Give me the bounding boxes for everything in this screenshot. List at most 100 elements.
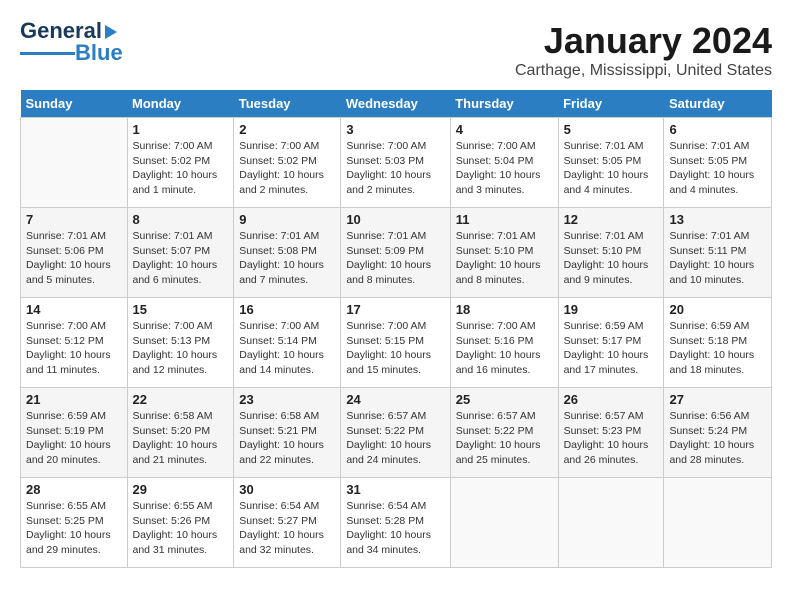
day-info: Sunrise: 6:59 AM Sunset: 5:19 PM Dayligh… xyxy=(26,409,122,468)
day-number: 21 xyxy=(26,392,122,407)
calendar-cell: 6Sunrise: 7:01 AM Sunset: 5:05 PM Daylig… xyxy=(664,118,772,208)
day-number: 8 xyxy=(133,212,229,227)
day-info: Sunrise: 6:57 AM Sunset: 5:22 PM Dayligh… xyxy=(456,409,553,468)
calendar-cell: 1Sunrise: 7:00 AM Sunset: 5:02 PM Daylig… xyxy=(127,118,234,208)
day-info: Sunrise: 6:59 AM Sunset: 5:18 PM Dayligh… xyxy=(669,319,766,378)
day-number: 27 xyxy=(669,392,766,407)
day-number: 31 xyxy=(346,482,444,497)
day-info: Sunrise: 7:01 AM Sunset: 5:05 PM Dayligh… xyxy=(669,139,766,198)
calendar-cell xyxy=(558,478,664,568)
day-number: 15 xyxy=(133,302,229,317)
calendar-week-5: 28 Sunrise: 6:55 AM Sunset: 5:25 PM Dayli… xyxy=(21,478,772,568)
day-info: Sunrise: 7:00 AM Sunset: 5:04 PM Dayligh… xyxy=(456,139,553,198)
calendar-cell: 15 Sunrise: 7:00 AM Sunset: 5:13 PM Dayli… xyxy=(127,298,234,388)
calendar-cell: 7Sunrise: 7:01 AM Sunset: 5:06 PM Daylig… xyxy=(21,208,128,298)
day-info: Sunrise: 7:01 AM Sunset: 5:08 PM Dayligh… xyxy=(239,229,335,288)
day-info: Sunrise: 7:01 AM Sunset: 5:11 PM Dayligh… xyxy=(669,229,766,288)
day-number: 23 xyxy=(239,392,335,407)
calendar-cell: 25 Sunrise: 6:57 AM Sunset: 5:22 PM Dayli… xyxy=(450,388,558,478)
title-section: January 2024 Carthage, Mississippi, Unit… xyxy=(515,20,772,80)
calendar-cell xyxy=(21,118,128,208)
day-number: 28 xyxy=(26,482,122,497)
day-number: 30 xyxy=(239,482,335,497)
calendar-cell: 19 Sunrise: 6:59 AM Sunset: 5:17 PM Dayli… xyxy=(558,298,664,388)
day-info: Sunrise: 7:00 AM Sunset: 5:16 PM Dayligh… xyxy=(456,319,553,378)
day-number: 25 xyxy=(456,392,553,407)
calendar-cell: 26 Sunrise: 6:57 AM Sunset: 5:23 PM Dayli… xyxy=(558,388,664,478)
day-info: Sunrise: 6:54 AM Sunset: 5:27 PM Dayligh… xyxy=(239,499,335,558)
day-info: Sunrise: 7:00 AM Sunset: 5:12 PM Dayligh… xyxy=(26,319,122,378)
calendar-cell: 16 Sunrise: 7:00 AM Sunset: 5:14 PM Dayli… xyxy=(234,298,341,388)
weekday-header-wednesday: Wednesday xyxy=(341,90,450,118)
day-number: 7 xyxy=(26,212,122,227)
day-info: Sunrise: 7:00 AM Sunset: 5:03 PM Dayligh… xyxy=(346,139,444,198)
calendar-cell: 29Sunrise: 6:55 AM Sunset: 5:26 PM Dayli… xyxy=(127,478,234,568)
calendar-cell: 14 Sunrise: 7:00 AM Sunset: 5:12 PM Dayli… xyxy=(21,298,128,388)
day-number: 17 xyxy=(346,302,444,317)
day-info: Sunrise: 7:00 AM Sunset: 5:02 PM Dayligh… xyxy=(239,139,335,198)
calendar-cell: 21 Sunrise: 6:59 AM Sunset: 5:19 PM Dayli… xyxy=(21,388,128,478)
day-info: Sunrise: 6:57 AM Sunset: 5:23 PM Dayligh… xyxy=(564,409,659,468)
calendar-cell: 9 Sunrise: 7:01 AM Sunset: 5:08 PM Daylig… xyxy=(234,208,341,298)
calendar-week-2: 7Sunrise: 7:01 AM Sunset: 5:06 PM Daylig… xyxy=(21,208,772,298)
day-number: 4 xyxy=(456,122,553,137)
calendar-table: SundayMondayTuesdayWednesdayThursdayFrid… xyxy=(20,90,772,568)
weekday-header-saturday: Saturday xyxy=(664,90,772,118)
day-number: 14 xyxy=(26,302,122,317)
day-number: 3 xyxy=(346,122,444,137)
calendar-cell: 24 Sunrise: 6:57 AM Sunset: 5:22 PM Dayli… xyxy=(341,388,450,478)
logo: General Blue xyxy=(20,20,123,66)
weekday-header-friday: Friday xyxy=(558,90,664,118)
day-number: 26 xyxy=(564,392,659,407)
weekday-header-row: SundayMondayTuesdayWednesdayThursdayFrid… xyxy=(21,90,772,118)
calendar-cell: 4 Sunrise: 7:00 AM Sunset: 5:04 PM Daylig… xyxy=(450,118,558,208)
calendar-week-1: 1Sunrise: 7:00 AM Sunset: 5:02 PM Daylig… xyxy=(21,118,772,208)
day-number: 5 xyxy=(564,122,659,137)
calendar-cell: 5 Sunrise: 7:01 AM Sunset: 5:05 PM Daylig… xyxy=(558,118,664,208)
day-number: 12 xyxy=(564,212,659,227)
day-number: 22 xyxy=(133,392,229,407)
calendar-cell xyxy=(450,478,558,568)
calendar-cell: 30 Sunrise: 6:54 AM Sunset: 5:27 PM Dayli… xyxy=(234,478,341,568)
calendar-cell: 11Sunrise: 7:01 AM Sunset: 5:10 PM Dayli… xyxy=(450,208,558,298)
day-info: Sunrise: 7:01 AM Sunset: 5:09 PM Dayligh… xyxy=(346,229,444,288)
day-number: 10 xyxy=(346,212,444,227)
calendar-cell: 12 Sunrise: 7:01 AM Sunset: 5:10 PM Dayli… xyxy=(558,208,664,298)
page-header: General Blue January 2024 Carthage, Miss… xyxy=(20,20,772,80)
day-info: Sunrise: 7:01 AM Sunset: 5:10 PM Dayligh… xyxy=(564,229,659,288)
day-number: 19 xyxy=(564,302,659,317)
calendar-cell: 28 Sunrise: 6:55 AM Sunset: 5:25 PM Dayli… xyxy=(21,478,128,568)
day-info: Sunrise: 7:00 AM Sunset: 5:13 PM Dayligh… xyxy=(133,319,229,378)
day-number: 2 xyxy=(239,122,335,137)
day-number: 13 xyxy=(669,212,766,227)
calendar-cell: 20Sunrise: 6:59 AM Sunset: 5:18 PM Dayli… xyxy=(664,298,772,388)
calendar-cell: 10 Sunrise: 7:01 AM Sunset: 5:09 PM Dayli… xyxy=(341,208,450,298)
day-info: Sunrise: 7:01 AM Sunset: 5:07 PM Dayligh… xyxy=(133,229,229,288)
day-info: Sunrise: 7:00 AM Sunset: 5:14 PM Dayligh… xyxy=(239,319,335,378)
calendar-cell: 27Sunrise: 6:56 AM Sunset: 5:24 PM Dayli… xyxy=(664,388,772,478)
logo-text: General xyxy=(20,20,117,42)
day-number: 9 xyxy=(239,212,335,227)
day-info: Sunrise: 6:55 AM Sunset: 5:25 PM Dayligh… xyxy=(26,499,122,558)
day-number: 16 xyxy=(239,302,335,317)
calendar-cell: 3 Sunrise: 7:00 AM Sunset: 5:03 PM Daylig… xyxy=(341,118,450,208)
location-title: Carthage, Mississippi, United States xyxy=(515,62,772,80)
day-info: Sunrise: 6:59 AM Sunset: 5:17 PM Dayligh… xyxy=(564,319,659,378)
calendar-cell: 13 Sunrise: 7:01 AM Sunset: 5:11 PM Dayli… xyxy=(664,208,772,298)
day-number: 24 xyxy=(346,392,444,407)
calendar-week-4: 21 Sunrise: 6:59 AM Sunset: 5:19 PM Dayli… xyxy=(21,388,772,478)
weekday-header-monday: Monday xyxy=(127,90,234,118)
day-info: Sunrise: 7:01 AM Sunset: 5:05 PM Dayligh… xyxy=(564,139,659,198)
day-number: 11 xyxy=(456,212,553,227)
day-info: Sunrise: 7:00 AM Sunset: 5:15 PM Dayligh… xyxy=(346,319,444,378)
day-info: Sunrise: 6:57 AM Sunset: 5:22 PM Dayligh… xyxy=(346,409,444,468)
calendar-cell: 18 Sunrise: 7:00 AM Sunset: 5:16 PM Dayli… xyxy=(450,298,558,388)
day-number: 18 xyxy=(456,302,553,317)
calendar-cell: 8 Sunrise: 7:01 AM Sunset: 5:07 PM Daylig… xyxy=(127,208,234,298)
weekday-header-sunday: Sunday xyxy=(21,90,128,118)
calendar-cell: 17 Sunrise: 7:00 AM Sunset: 5:15 PM Dayli… xyxy=(341,298,450,388)
day-info: Sunrise: 6:58 AM Sunset: 5:20 PM Dayligh… xyxy=(133,409,229,468)
calendar-cell: 2 Sunrise: 7:00 AM Sunset: 5:02 PM Daylig… xyxy=(234,118,341,208)
weekday-header-tuesday: Tuesday xyxy=(234,90,341,118)
calendar-cell xyxy=(664,478,772,568)
